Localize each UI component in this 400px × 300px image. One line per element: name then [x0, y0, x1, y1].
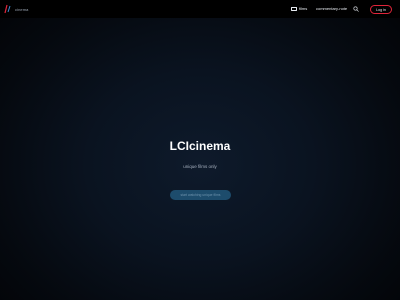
page: cinema films commentary-note Log in LCIc…: [0, 0, 400, 300]
hero-title: LCIcinema: [169, 139, 231, 153]
nav-commentary-label: commentary-note: [316, 6, 348, 11]
nav-films-link[interactable]: films: [291, 6, 307, 11]
logo-link[interactable]: cinema: [4, 4, 29, 14]
logo-icon: [4, 4, 11, 14]
cta-button[interactable]: start watching unique films: [170, 190, 231, 200]
search-icon[interactable]: [353, 6, 359, 12]
login-button[interactable]: Log in: [370, 5, 392, 14]
nav-films-label: films: [299, 6, 308, 11]
navbar: cinema films commentary-note Log in: [0, 0, 400, 18]
nav-commentary-link[interactable]: commentary-note: [316, 6, 347, 11]
film-icon: [291, 6, 297, 11]
cta-button-label: start watching unique films: [180, 193, 221, 197]
login-button-label: Log in: [376, 7, 386, 12]
logo-text: cinema: [15, 6, 29, 12]
hero-subtitle: unique films only: [183, 164, 217, 169]
